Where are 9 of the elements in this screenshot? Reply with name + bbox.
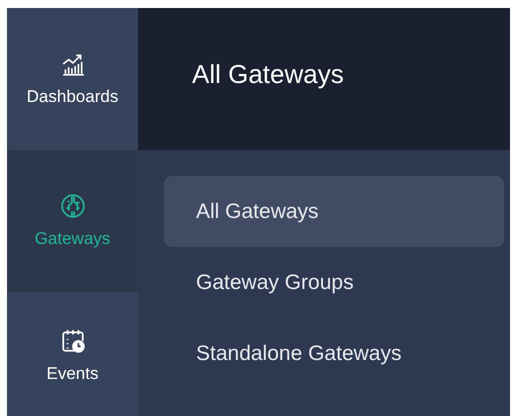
sidebar-item[interactable]: Dashboards bbox=[7, 8, 138, 150]
calendar-clock-icon bbox=[60, 328, 86, 354]
submenu-item[interactable]: Gateway Groups bbox=[164, 247, 504, 318]
sidebar-item[interactable]: Gateways bbox=[7, 150, 138, 292]
submenu-item[interactable]: Standalone Gateways bbox=[164, 318, 504, 389]
sidebar-item[interactable]: Events bbox=[7, 292, 138, 416]
page-title: All Gateways bbox=[192, 58, 344, 90]
submenu-item[interactable]: All Gateways bbox=[164, 176, 504, 247]
circuit-icon bbox=[60, 193, 86, 219]
